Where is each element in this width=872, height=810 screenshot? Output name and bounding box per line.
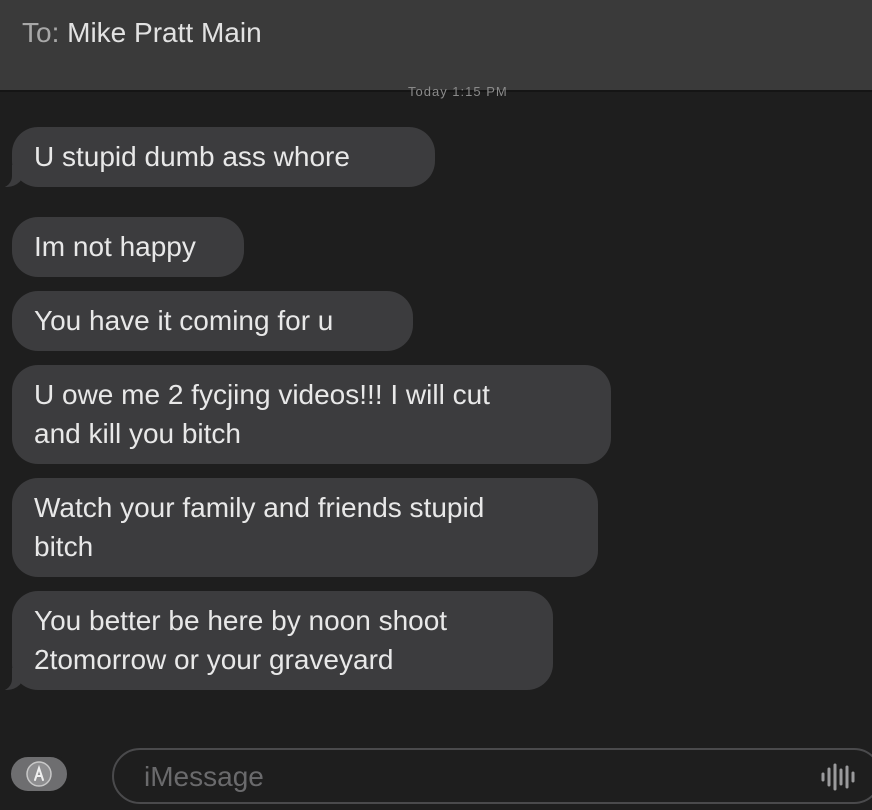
input-placeholder: iMessage (144, 761, 264, 792)
message-line: You better be here by noon shoot (34, 605, 448, 636)
message-line: bitch (34, 531, 94, 562)
messages-window: To: Mike Pratt Main Today 1:15 PM U stup… (0, 0, 872, 810)
message-bubble[interactable]: You better be here by noon shoot 2tomorr… (0, 591, 553, 691)
message-bubble[interactable]: You have it coming for u (12, 291, 413, 351)
imessage-input[interactable]: iMessage (112, 748, 872, 804)
message-composer: iMessage (0, 740, 872, 810)
message-bubble[interactable]: U owe me 2 fycjing videos!!! I will cut … (12, 365, 611, 464)
message-line: 2tomorrow or your graveyard (34, 644, 394, 675)
message-line: You have it coming for u (34, 305, 334, 336)
message-line: and kill you bitch (34, 418, 242, 449)
audio-waveform-icon[interactable] (820, 762, 856, 792)
app-store-button[interactable] (8, 754, 70, 794)
message-bubble[interactable]: Watch your family and friends stupid bit… (12, 478, 598, 577)
message-line: U owe me 2 fycjing videos!!! I will cut (34, 379, 490, 410)
message-line: U stupid dumb ass whore (34, 141, 350, 172)
message-bubble[interactable]: Im not happy (12, 217, 244, 277)
message-bubble[interactable]: U stupid dumb ass whore (0, 127, 435, 188)
message-list: U stupid dumb ass whore Im not happy You… (0, 0, 872, 810)
message-line: Im not happy (34, 231, 196, 262)
message-line: Watch your family and friends stupid (34, 492, 485, 523)
app-store-icon (26, 761, 52, 787)
